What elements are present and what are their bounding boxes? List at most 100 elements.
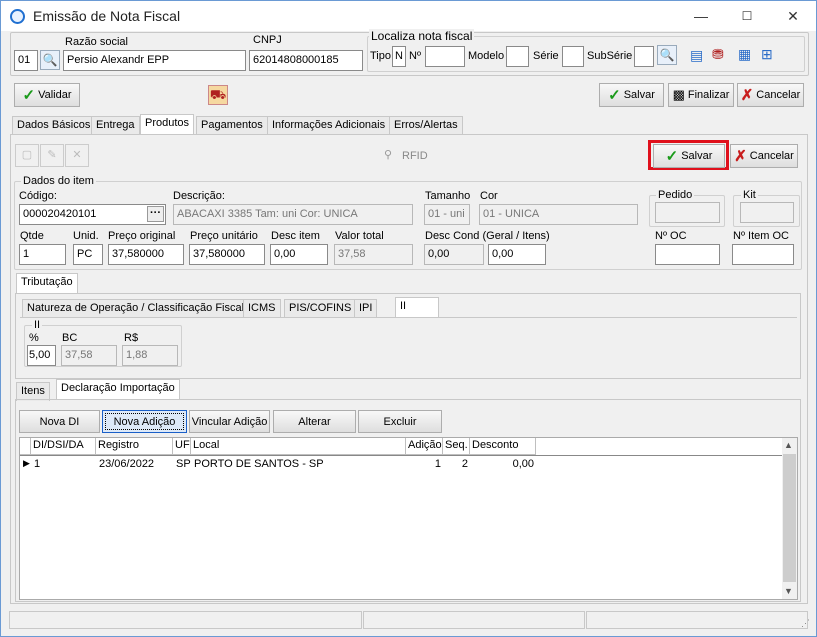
scroll-up-icon[interactable]: ▲	[784, 440, 793, 450]
descricao-label: Descrição:	[173, 190, 225, 202]
nova-di-button[interactable]: Nova DI	[19, 410, 100, 433]
edit-icon[interactable]: ✎	[40, 144, 64, 167]
resize-grip-icon[interactable]: ⋰	[801, 618, 810, 629]
stamp-icon[interactable]: ⛃	[712, 46, 724, 63]
col-uf[interactable]: UF	[173, 438, 191, 455]
modelo-label: Modelo	[468, 50, 505, 62]
rs-label: R$	[124, 332, 139, 344]
empresa-code-field[interactable]: 01	[14, 50, 38, 71]
tab-natureza-operacao[interactable]: Natureza de Operação / Classificação Fis…	[22, 299, 250, 318]
toolbar-cancelar-button[interactable]: ✗ Cancelar	[737, 83, 804, 107]
tab-tributacao[interactable]: Tributação	[16, 273, 78, 294]
localiza-label: Localiza nota fiscal	[369, 29, 475, 43]
tab-ipi[interactable]: IPI	[354, 299, 378, 318]
qtde-field[interactable]: 1	[19, 244, 66, 265]
col-di[interactable]: DI/DSI/DA	[31, 438, 96, 455]
grid-icon[interactable]: ⊞	[761, 46, 773, 63]
new-icon[interactable]: ▢	[15, 144, 39, 167]
unid-field[interactable]: PC	[73, 244, 103, 265]
tab-informacoes-adicionais[interactable]: Informações Adicionais	[267, 116, 391, 135]
rs-field: 1,88	[122, 345, 178, 366]
preco-unitario-label: Preço unitário	[190, 230, 258, 242]
app-icon	[10, 9, 25, 24]
col-registro[interactable]: Registro	[96, 438, 173, 455]
modelo-field[interactable]	[506, 46, 529, 67]
rfid-label[interactable]: RFID	[402, 150, 428, 162]
tab-declaracao-importacao[interactable]: Declaração Importação	[56, 379, 180, 400]
codigo-field[interactable]: 000020420101	[19, 204, 166, 225]
tamanho-field: 01 - uni	[424, 204, 470, 225]
toolbar-salvar-button[interactable]: ✓ Salvar	[599, 83, 664, 107]
item-salvar-button[interactable]: ✓ Salvar	[653, 144, 725, 168]
razao-social-field[interactable]: Persio Alexandr EPP	[63, 50, 246, 71]
numero-label: Nº	[409, 50, 421, 62]
tamanho-label: Tamanho	[425, 190, 471, 202]
check-icon: ✓	[22, 87, 36, 104]
scroll-thumb[interactable]	[783, 454, 796, 582]
grid-header-line	[20, 455, 783, 456]
pct-field[interactable]: 5,00	[27, 345, 56, 366]
num-oc-field[interactable]	[655, 244, 720, 265]
excluir-button[interactable]: Excluir	[358, 410, 442, 433]
col-adicao[interactable]: Adição	[406, 438, 443, 455]
dados-item-title: Dados do item	[21, 175, 96, 187]
col-local[interactable]: Local	[191, 438, 406, 455]
col-seq[interactable]: Seq.	[443, 438, 470, 455]
minimize-button[interactable]: —	[678, 1, 724, 31]
salvar-label: Salvar	[623, 89, 655, 101]
cell-local: PORTO DE SANTOS - SP	[194, 458, 324, 470]
preco-original-label: Preço original	[108, 230, 176, 242]
subserie-label: SubSérie	[587, 50, 633, 62]
item-cancelar-button[interactable]: ✗ Cancelar	[730, 144, 798, 168]
tab-icms[interactable]: ICMS	[243, 299, 281, 318]
preco-original-field[interactable]: 37,580000	[108, 244, 184, 265]
delete-icon[interactable]: ✕	[65, 144, 89, 167]
tab-produtos[interactable]: Produtos	[140, 114, 195, 135]
tab-erros-alertas[interactable]: Erros/Alertas	[389, 116, 463, 135]
cnpj-label: CNPJ	[253, 34, 282, 46]
validar-label: Validar	[38, 89, 72, 101]
pedido-field	[655, 202, 720, 223]
tab-dados-basicos[interactable]: Dados Básicos	[12, 116, 96, 135]
document-list-icon[interactable]: ▤	[690, 47, 703, 64]
ellipsis-icon[interactable]: ···	[147, 206, 164, 222]
serie-field[interactable]	[562, 46, 584, 67]
tab-entrega[interactable]: Entrega	[91, 116, 140, 135]
document-icon[interactable]: ▦	[738, 46, 751, 63]
validar-button[interactable]: ✓ Validar	[14, 83, 80, 107]
num-item-oc-field[interactable]	[732, 244, 794, 265]
qrcode-icon: ▩	[672, 87, 685, 102]
nova-adicao-button[interactable]: Nova Adição	[102, 410, 187, 433]
main-window: Emissão de Nota Fiscal — ☐ ✕ Razão socia…	[0, 0, 817, 637]
scroll-down-icon[interactable]: ▼	[784, 586, 793, 596]
tab-pis-cofins[interactable]: PIS/COFINS	[284, 299, 357, 318]
kit-label: Kit	[741, 189, 758, 201]
tab-ii[interactable]: II	[395, 297, 439, 318]
cnpj-field[interactable]: 62014808000185	[249, 50, 363, 71]
alterar-button[interactable]: Alterar	[273, 410, 356, 433]
valor-total-label: Valor total	[335, 230, 384, 242]
desc-item-field[interactable]: 0,00	[270, 244, 328, 265]
tab-pagamentos[interactable]: Pagamentos	[196, 116, 268, 135]
close-button[interactable]: ✕	[770, 1, 816, 31]
tipo-label: Tipo	[370, 50, 391, 62]
finalizar-button[interactable]: ▩ Finalizar	[668, 83, 734, 107]
x-icon: ✗	[740, 87, 754, 104]
cell-di: 1	[34, 458, 41, 470]
status-panel-1	[9, 611, 362, 629]
tipo-field[interactable]: N	[392, 46, 406, 67]
truck-icon[interactable]: ⛟	[208, 85, 228, 105]
unid-label: Unid.	[73, 230, 99, 242]
desc-cond-itens-field[interactable]: 0,00	[488, 244, 546, 265]
subserie-field[interactable]	[634, 46, 654, 67]
cell-seq: 2	[461, 458, 468, 470]
vincular-adicao-button[interactable]: Vincular Adição	[189, 410, 270, 433]
cor-label: Cor	[480, 190, 498, 202]
col-desconto[interactable]: Desconto	[470, 438, 536, 455]
cancelar-label: Cancelar	[756, 89, 801, 101]
maximize-button[interactable]: ☐	[724, 1, 770, 31]
search-icon[interactable]: 🔍	[40, 50, 60, 70]
search-nf-icon[interactable]: 🔍	[657, 45, 677, 65]
preco-unitario-field[interactable]: 37,580000	[189, 244, 265, 265]
numero-field[interactable]	[425, 46, 465, 67]
